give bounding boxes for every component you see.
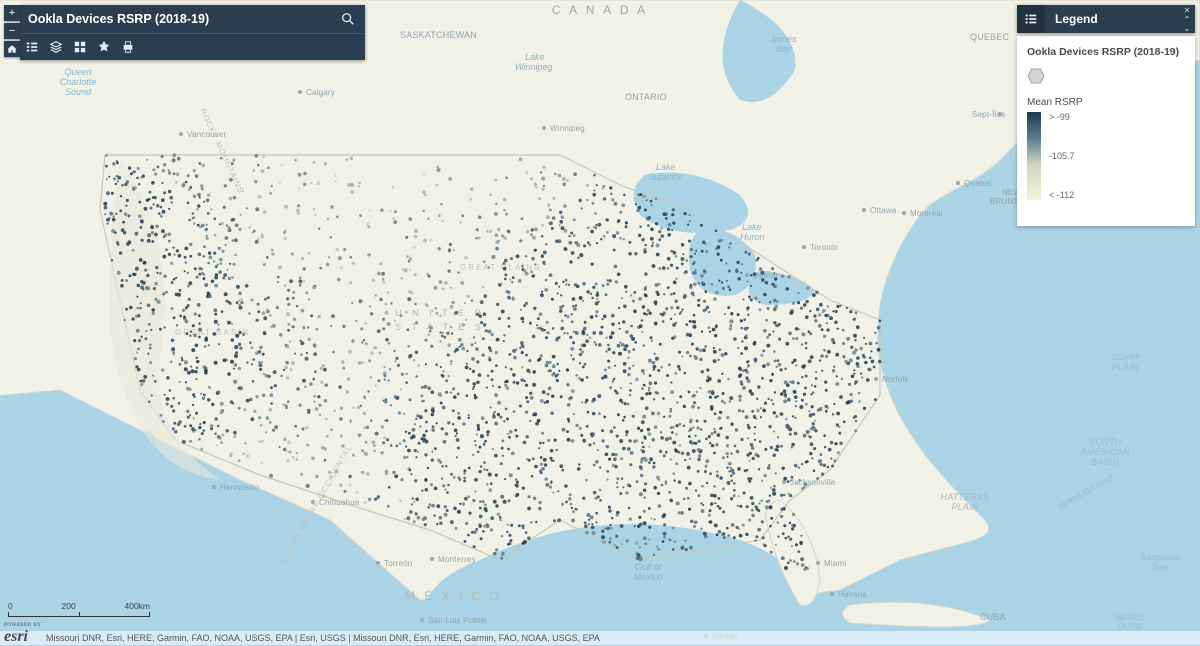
ramp-stop-low: < -112 bbox=[1049, 190, 1075, 200]
svg-text:Toronto: Toronto bbox=[810, 243, 838, 252]
attribution-text: Missouri DNR, Esri, HERE, Garmin, FAO, N… bbox=[46, 633, 600, 643]
legend-panel: Ookla Devices RSRP (2018-19) Mean RSRP >… bbox=[1017, 36, 1195, 226]
legend-title: Legend bbox=[1055, 12, 1181, 26]
app-title: Ookla Devices RSRP (2018-19) bbox=[20, 12, 331, 26]
label-nab-3: BASIN bbox=[1091, 457, 1119, 467]
legend-header[interactable]: Legend ✕ ⌃ ⌄ bbox=[1017, 5, 1195, 33]
label-lake-huron-1: Lake bbox=[742, 222, 762, 232]
home-button[interactable] bbox=[4, 41, 20, 57]
label-sarg-2: Sea bbox=[1152, 562, 1169, 572]
esri-logo: POWERED BY esri bbox=[4, 623, 44, 643]
legend-icon[interactable] bbox=[20, 35, 44, 59]
label-nares-1: NARES bbox=[1116, 613, 1145, 622]
label-bermuda: BERMUDA RISE bbox=[1057, 472, 1116, 512]
label-lake-sup-2: Superior bbox=[648, 172, 683, 182]
legend-layer-title: Ookla Devices RSRP (2018-19) bbox=[1027, 46, 1185, 58]
svg-text:Hermosillo: Hermosillo bbox=[220, 483, 260, 492]
label-lake-huron-2: Huron bbox=[740, 232, 765, 242]
svg-text:Norfolk: Norfolk bbox=[882, 375, 910, 384]
label-gulf-2: Mexico bbox=[634, 572, 663, 582]
label-lake-wpg-1: Lake bbox=[525, 52, 545, 62]
zoom-out-button[interactable]: − bbox=[4, 23, 20, 39]
svg-text:Monterrey: Monterrey bbox=[438, 555, 476, 564]
label-james-bay-1: James bbox=[769, 34, 797, 44]
header-toolbar: Ookla Devices RSRP (2018-19) bbox=[20, 5, 365, 60]
label-nares-2: PLAIN bbox=[1118, 622, 1142, 631]
label-ontario: ONTARIO bbox=[625, 92, 667, 102]
label-james-bay-2: Bay bbox=[776, 44, 792, 54]
svg-text:Sept-Îles: Sept-Îles bbox=[972, 110, 1005, 119]
ramp-stop-mid: -105.7 bbox=[1049, 151, 1075, 161]
label-canada: C A N A D A bbox=[552, 3, 648, 17]
svg-text:Ottawa: Ottawa bbox=[870, 206, 897, 215]
label-nab-1: NORTH bbox=[1089, 437, 1122, 447]
chevron-down-icon[interactable]: ⌄ bbox=[1181, 24, 1193, 33]
legend-header-icon bbox=[1017, 5, 1045, 33]
tool-row bbox=[20, 33, 365, 60]
legend-color-ramp bbox=[1027, 112, 1041, 200]
label-sohm-2: PLAIN bbox=[1111, 362, 1138, 372]
scale-tick-0: 0 bbox=[8, 601, 13, 611]
legend-header-buttons: ✕ ⌃ ⌄ bbox=[1181, 6, 1195, 33]
label-lake-sup-1: Lake bbox=[656, 162, 676, 172]
label-qcs-3: Sound bbox=[65, 87, 92, 97]
svg-text:Quebec: Quebec bbox=[964, 179, 993, 188]
legend-hex-swatch bbox=[1027, 68, 1045, 84]
label-nab-2: AMERICAN bbox=[1079, 447, 1129, 457]
basemap-icon[interactable] bbox=[68, 35, 92, 59]
layerlist-icon[interactable] bbox=[44, 35, 68, 59]
ramp-stop-high: > -99 bbox=[1049, 112, 1075, 122]
label-lake-wpg-2: Winnipeg bbox=[515, 62, 552, 72]
legend-ramp-labels: > -99 -105.7 < -112 bbox=[1049, 112, 1075, 200]
svg-text:GREAT PLAINS: GREAT PLAINS bbox=[460, 263, 542, 272]
label-cuba: CUBA bbox=[980, 612, 1006, 622]
legend-ramp-title: Mean RSRP bbox=[1027, 97, 1185, 108]
bookmark-icon[interactable] bbox=[92, 35, 116, 59]
scalebar: 0 200 400km bbox=[8, 601, 150, 617]
label-sask: SASKATCHEWAN bbox=[400, 30, 477, 40]
label-sohm-1: SOHM bbox=[1111, 352, 1139, 362]
svg-text:Torreón: Torreón bbox=[384, 559, 413, 568]
zoom-in-button[interactable]: + bbox=[4, 5, 20, 21]
scale-tick-1: 200 bbox=[62, 601, 76, 611]
close-icon[interactable]: ✕ bbox=[1181, 6, 1193, 15]
label-hat-2: PLAIN bbox=[951, 502, 978, 512]
label-quebec: QUEBEC bbox=[970, 32, 1010, 42]
label-qcs-1: Queen bbox=[64, 67, 91, 77]
svg-text:Calgary: Calgary bbox=[306, 88, 335, 97]
svg-text:Havana: Havana bbox=[838, 590, 867, 599]
attribution-bar: Missouri DNR, Esri, HERE, Garmin, FAO, N… bbox=[0, 631, 1200, 645]
svg-text:Winnipeg: Winnipeg bbox=[550, 124, 585, 133]
label-sarg-1: Sargasso bbox=[1140, 552, 1180, 562]
nav-controls: + − bbox=[4, 5, 20, 59]
scale-tick-2: 400km bbox=[124, 601, 150, 611]
cuba bbox=[843, 602, 991, 627]
label-mexico: M É X I C O bbox=[405, 588, 502, 603]
label-gulf-1: Gulf of bbox=[635, 562, 663, 572]
svg-text:San Luis Potosi: San Luis Potosi bbox=[428, 616, 487, 625]
esri-brand: esri bbox=[4, 628, 28, 645]
svg-text:Miami: Miami bbox=[824, 559, 846, 568]
label-hat-1: HATTERAS bbox=[941, 492, 990, 502]
svg-text:Jacksonville: Jacksonville bbox=[790, 478, 836, 487]
label-qcs-2: Charlotte bbox=[60, 77, 97, 87]
search-button[interactable] bbox=[331, 5, 365, 33]
print-icon[interactable] bbox=[116, 35, 140, 59]
svg-text:Montreal: Montreal bbox=[910, 209, 943, 218]
svg-text:Chihuahua: Chihuahua bbox=[319, 498, 360, 507]
chevron-up-icon[interactable]: ⌃ bbox=[1181, 15, 1193, 24]
